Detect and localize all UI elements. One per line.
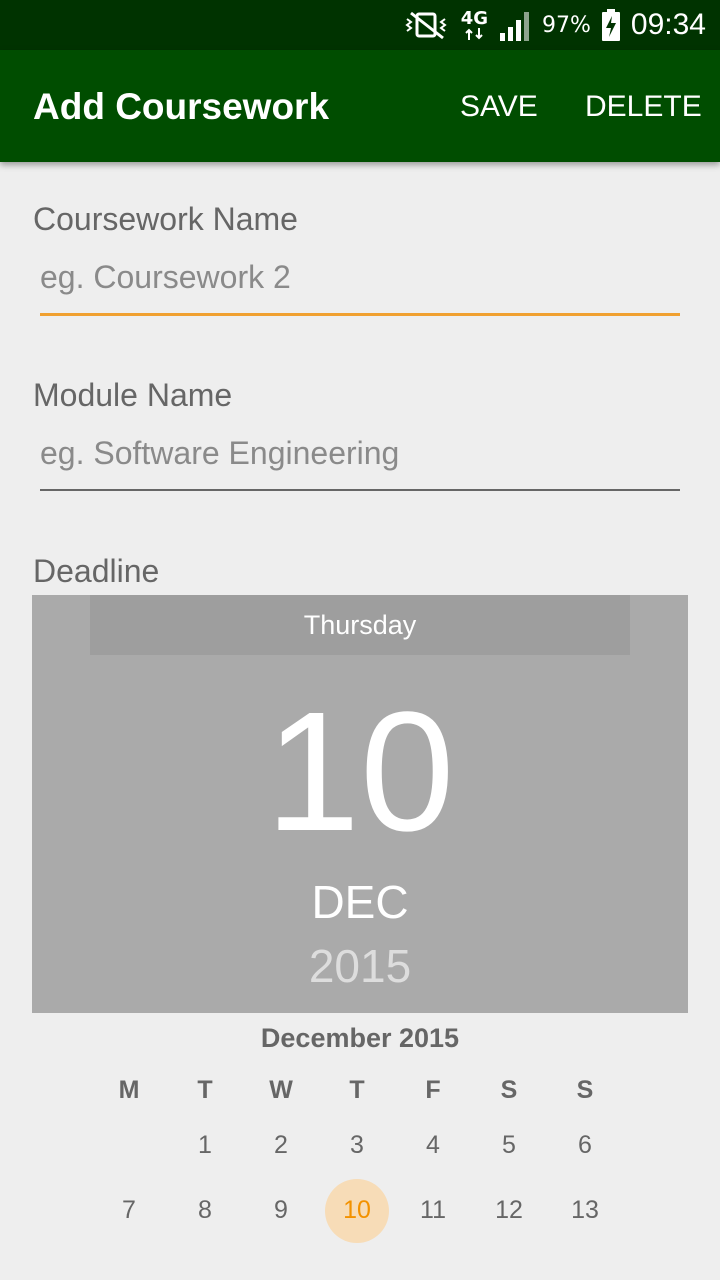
dow-label: T xyxy=(197,1076,213,1104)
dow-label: F xyxy=(425,1076,441,1104)
coursework-name-input[interactable] xyxy=(40,255,680,299)
calendar-day[interactable]: 11 xyxy=(395,1196,471,1225)
dow-label: W xyxy=(269,1076,293,1104)
selected-month[interactable]: DEC xyxy=(32,875,688,929)
network-4g-icon: 4G xyxy=(461,10,488,40)
deadline-label: Deadline xyxy=(33,553,160,589)
calendar-day[interactable]: 1 xyxy=(167,1131,243,1160)
calendar-day[interactable]: 9 xyxy=(243,1196,319,1225)
page-title: Add Coursework xyxy=(33,86,330,127)
save-button[interactable]: SAVE xyxy=(460,90,538,124)
delete-button[interactable]: DELETE xyxy=(585,90,702,124)
signal-icon xyxy=(498,9,532,41)
calendar-day[interactable]: 8 xyxy=(167,1196,243,1225)
module-name-label: Module Name xyxy=(33,377,233,413)
calendar-day[interactable]: 13 xyxy=(547,1196,623,1225)
clock: 09:34 xyxy=(630,8,706,41)
battery-percent: 97% xyxy=(542,12,591,38)
date-picker-header: Thursday 10 DEC 2015 xyxy=(32,595,688,1013)
module-name-input[interactable] xyxy=(40,431,680,475)
calendar-day[interactable]: 2 xyxy=(243,1131,319,1160)
dow-label: T xyxy=(349,1076,365,1104)
coursework-name-underline xyxy=(40,313,680,316)
selected-day-number: 10 xyxy=(343,1196,371,1224)
app-bar: Add Coursework SAVE DELETE xyxy=(0,50,720,162)
network-label: 4G xyxy=(460,8,489,29)
calendar-day-selected[interactable]: 10 xyxy=(319,1179,395,1243)
selected-year[interactable]: 2015 xyxy=(32,939,688,993)
coursework-name-label: Coursework Name xyxy=(33,201,298,237)
calendar-day[interactable]: 5 xyxy=(471,1131,547,1160)
calendar-day[interactable]: 12 xyxy=(471,1196,547,1225)
vibrate-mute-icon xyxy=(403,10,451,40)
battery-charging-icon xyxy=(601,9,621,41)
calendar-day[interactable]: 6 xyxy=(547,1131,623,1160)
calendar-month-title: December 2015 xyxy=(260,1023,460,1053)
dow-label: S xyxy=(576,1076,594,1104)
selected-day[interactable]: 10 xyxy=(32,687,688,857)
module-name-underline xyxy=(40,489,680,491)
calendar-day[interactable]: 4 xyxy=(395,1131,471,1160)
status-icons: 4G 97% 09:34 xyxy=(403,0,706,50)
calendar-day[interactable]: 7 xyxy=(91,1196,167,1225)
dow-label: S xyxy=(500,1076,518,1104)
status-bar: 4G 97% 09:34 xyxy=(0,0,720,50)
dow-label: M xyxy=(118,1076,140,1104)
selected-weekday: Thursday xyxy=(90,595,630,655)
calendar-day[interactable]: 3 xyxy=(319,1131,395,1160)
